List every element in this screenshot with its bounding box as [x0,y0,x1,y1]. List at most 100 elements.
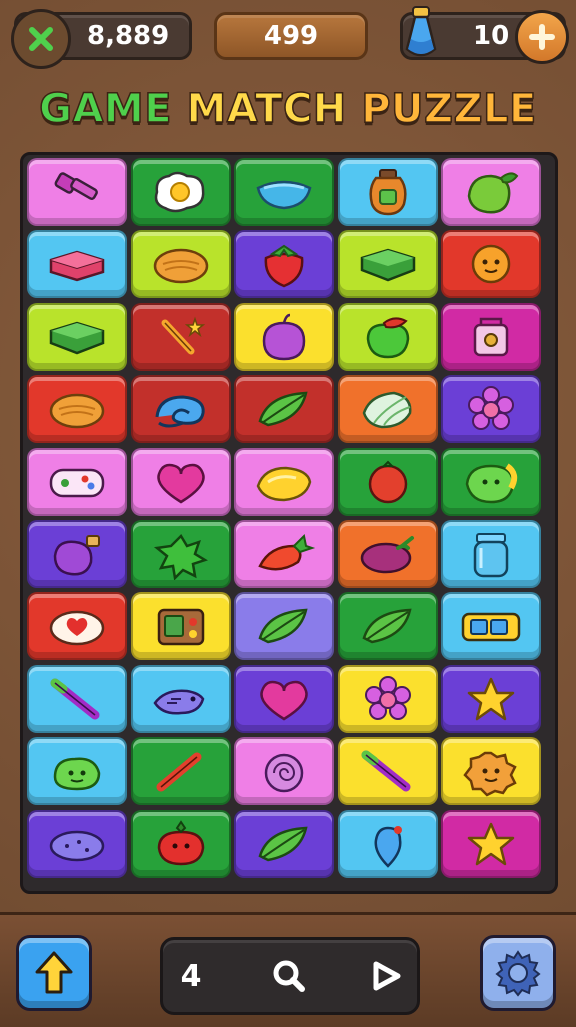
tile-swirl[interactable] [130,375,231,444]
gift-box-icon [49,251,105,282]
carrot-icon [258,533,316,571]
tile-ticket[interactable] [441,592,541,661]
tile-star[interactable] [441,809,541,878]
tile-gift-box[interactable] [27,230,127,299]
tile-wand[interactable] [130,302,231,371]
tile-eggplant[interactable] [337,520,438,588]
heart-plate-icon [49,611,105,646]
coin-counter: 8,889 [11,9,192,69]
tile-leaf[interactable] [234,809,334,878]
apple-icon [366,317,409,359]
lock-icon [473,317,509,357]
tile-radio[interactable] [130,592,231,661]
gear-icon [495,950,541,997]
tile-leaf-fruit[interactable] [441,158,541,226]
green-box-icon [360,249,415,282]
score-value: 499 [263,21,319,51]
tile-heart[interactable] [234,664,334,733]
plus-icon [529,24,555,50]
tile-jar[interactable] [337,158,438,226]
balloon-icon [374,825,402,868]
tile-hammer[interactable] [27,158,127,226]
lime-face-icon [465,463,518,503]
booster-counter: 10 [400,6,569,64]
tile-green-box[interactable] [337,230,438,299]
slime-icon [53,757,101,791]
game-title: GAME MATCH PUZZLE [0,85,576,133]
tile-apple[interactable] [337,302,438,371]
tile-strawberry[interactable] [234,230,334,299]
top-hud: 8,889 499 10 [0,0,576,72]
tile-crayon[interactable] [27,664,127,733]
tile-tomato-face[interactable] [130,809,231,878]
tile-fish[interactable] [130,664,231,733]
tile-bowl[interactable] [234,158,334,226]
tile-lock[interactable] [441,302,541,371]
tile-bat[interactable] [130,737,231,806]
tile-flower[interactable] [337,664,438,733]
tomato-face-icon [157,819,204,865]
potion-icon [405,6,437,57]
tile-splat[interactable] [130,520,231,588]
tile-crayon[interactable] [337,737,438,806]
star-icon [467,822,515,865]
tile-lemon[interactable] [234,447,334,516]
tile-bottle[interactable] [27,520,127,588]
tile-leaf[interactable] [234,592,334,661]
strawberry-icon [264,245,304,288]
ticket-icon [461,613,521,642]
bottle-icon [53,535,100,576]
title-word-1: GAME [38,85,173,133]
glass-jar-icon [473,533,509,578]
wand-icon [161,316,205,355]
tile-glass-jar[interactable] [441,520,541,588]
tile-leaf[interactable] [337,592,438,661]
star-icon [467,677,515,721]
moves-counter: 4 [180,958,202,994]
tile-green-box[interactable] [27,302,127,371]
tile-egg[interactable] [130,158,231,226]
tile-leaf[interactable] [234,375,334,444]
cabbage-icon [362,391,411,429]
lemon-icon [256,466,312,501]
tile-bean[interactable] [27,809,127,878]
boost-up-button[interactable] [16,935,92,1011]
tile-heart-plate[interactable] [27,592,127,661]
score-counter: 499 [214,12,368,60]
tile-lime-face[interactable] [441,447,541,516]
green-box-icon [49,321,105,355]
leaf-icon [258,826,308,861]
tile-flower[interactable] [441,375,541,444]
search-button[interactable] [269,956,309,996]
tile-slime[interactable] [27,737,127,806]
tile-balloon[interactable] [337,809,438,878]
tile-cookie[interactable] [441,737,541,806]
settings-button[interactable] [480,935,556,1011]
leaf-icon [258,391,308,427]
tile-orange-face[interactable] [441,230,541,299]
add-booster-button[interactable] [515,10,569,64]
tile-cabbage[interactable] [337,375,438,444]
eggplant-icon [360,536,414,574]
swirl-icon [155,395,205,428]
tile-gamepad[interactable] [27,447,127,516]
leaf-icon [361,609,412,644]
crayon-icon [361,750,410,792]
close-button[interactable] [11,9,71,69]
tile-plum[interactable] [234,302,334,371]
tile-carrot[interactable] [234,520,334,588]
tile-candy[interactable] [234,737,334,806]
bottom-bar: 4 [0,912,576,1027]
play-button[interactable] [367,956,407,996]
tile-heart[interactable] [130,447,231,516]
title-word-2: MATCH [186,85,347,133]
gamepad-icon [49,468,105,497]
tile-tomato[interactable] [337,447,438,516]
tile-bread[interactable] [130,230,231,299]
tile-star[interactable] [441,664,541,733]
hammer-icon [54,172,98,200]
leaf-icon [258,609,308,644]
bean-icon [49,830,105,861]
booster-value: 10 [473,21,510,51]
tile-bread[interactable] [27,375,127,444]
